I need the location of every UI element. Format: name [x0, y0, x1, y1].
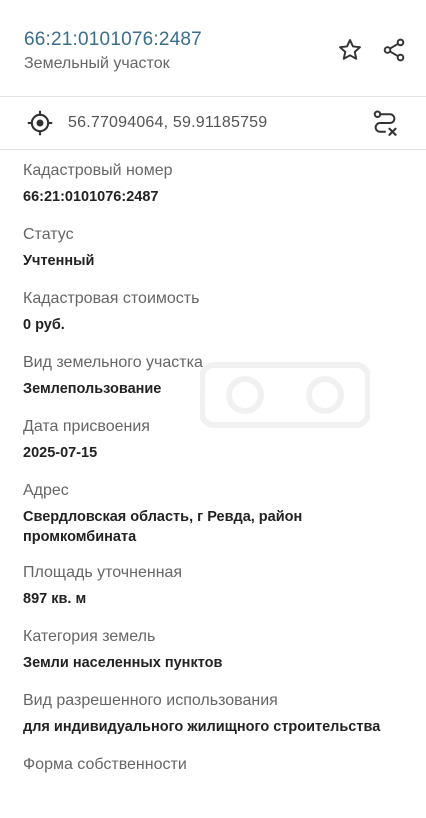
field-status: Статус Учтенный [23, 224, 413, 288]
field-address: Адрес Свердловская область, г Ревда, рай… [23, 480, 413, 562]
coordinates-text[interactable]: 56.77094064, 59.91185759 [68, 114, 267, 132]
coordinates-row: 56.77094064, 59.91185759 [0, 97, 426, 149]
share-button[interactable] [378, 34, 410, 66]
field-label: Адрес [23, 482, 69, 499]
field-value: 2025-07-15 [23, 445, 98, 461]
field-value: Землепользование [23, 381, 162, 397]
field-area: Площадь уточненная 897 кв. м [23, 562, 413, 626]
field-assignment-date: Дата присвоения 2025-07-15 [23, 416, 413, 480]
share-icon [383, 38, 405, 62]
details-list: Кадастровый номер 66:21:0101076:2487 Ста… [23, 160, 413, 818]
field-land-type: Вид земельного участка Землепользование [23, 352, 413, 416]
field-cadastral-number: Кадастровый номер 66:21:0101076:2487 [23, 160, 413, 224]
field-value: 0 руб. [23, 317, 65, 333]
field-value: Учтенный [23, 253, 95, 269]
field-label: Категория земель [23, 628, 156, 645]
favorite-button[interactable] [334, 34, 366, 66]
page-subtitle: Земельный участок [24, 55, 170, 72]
field-ownership-form: Форма собственности [23, 754, 413, 818]
field-label: Форма собственности [23, 756, 187, 773]
field-land-category: Категория земель Земли населенных пункто… [23, 626, 413, 690]
route-button[interactable] [370, 108, 400, 138]
field-label: Кадастровый номер [23, 162, 173, 179]
field-value: Земли населенных пунктов [23, 655, 223, 671]
field-label: Кадастровая стоимость [23, 290, 200, 307]
field-label: Площадь уточненная [23, 564, 183, 581]
field-value: для индивидуального жилищного строительс… [23, 719, 381, 735]
field-label: Статус [23, 226, 74, 243]
star-icon [339, 39, 361, 60]
location-target-icon [27, 110, 53, 136]
field-value: Свердловская область, г Ревда, район про… [23, 509, 303, 545]
field-label: Вид земельного участка [23, 354, 203, 371]
field-permitted-use: Вид разрешенного использования для индив… [23, 690, 413, 754]
header: 66:21:0101076:2487 Земельный участок [0, 0, 426, 96]
field-cadastral-cost: Кадастровая стоимость 0 руб. [23, 288, 413, 352]
field-value: 897 кв. м [23, 591, 87, 607]
field-value: 66:21:0101076:2487 [23, 189, 159, 205]
field-label: Вид разрешенного использования [23, 692, 278, 709]
coordinates-divider [0, 149, 426, 150]
page-title: 66:21:0101076:2487 [24, 29, 202, 50]
field-label: Дата присвоения [23, 418, 150, 435]
route-icon [373, 110, 397, 136]
